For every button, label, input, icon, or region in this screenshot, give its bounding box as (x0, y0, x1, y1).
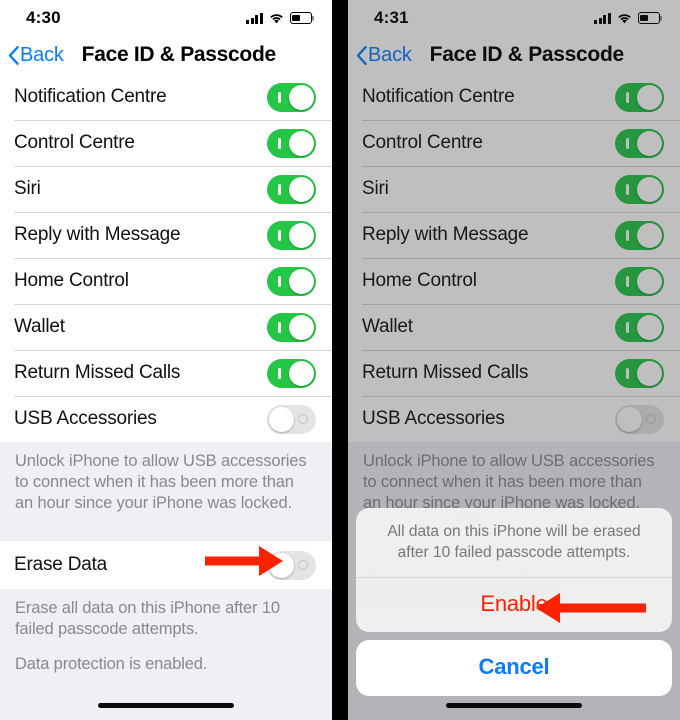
table-row[interactable]: Control Centre (0, 120, 332, 166)
home-indicator (98, 703, 234, 708)
table-row[interactable]: Wallet (0, 304, 332, 350)
row-label: Home Control (362, 270, 477, 291)
usb-accessories-note-text: Unlock iPhone to allow USB accessories t… (15, 452, 307, 512)
toggle-notification-centre[interactable] (615, 82, 664, 112)
home-indicator (446, 703, 582, 708)
status-bar-clock: 4:31 (374, 8, 409, 27)
table-row[interactable]: USB Accessories (348, 396, 680, 442)
chevron-left-icon (356, 45, 367, 65)
toggle-home-control[interactable] (267, 266, 316, 296)
signal-bars-icon (246, 12, 263, 24)
table-row[interactable]: Siri (0, 166, 332, 212)
settings-list: Notification Centre Control Centre Siri … (0, 74, 332, 442)
status-bar-icons (246, 12, 314, 24)
toggle-return-missed-calls[interactable] (267, 358, 316, 388)
toggle-return-missed-calls[interactable] (615, 358, 664, 388)
table-row[interactable]: USB Accessories (0, 396, 332, 442)
toggle-usb-accessories[interactable] (615, 404, 664, 434)
right-phone-screen: 4:31 Back Face ID & Passcode Notificatio… (348, 0, 680, 720)
table-row[interactable]: Home Control (0, 258, 332, 304)
table-row[interactable]: Notification Centre (348, 74, 680, 120)
action-sheet-message: All data on this iPhone will be erased a… (387, 523, 641, 561)
row-label: Wallet (14, 316, 65, 337)
usb-accessories-note: Unlock iPhone to allow USB accessories t… (0, 442, 332, 525)
toggle-notification-centre[interactable] (267, 82, 316, 112)
row-label: Return Missed Calls (14, 362, 181, 383)
back-button[interactable]: Back (356, 44, 412, 67)
screenshot-stage: 4:30 Back Face ID & Passcode Notificatio… (0, 0, 680, 720)
battery-icon (290, 12, 314, 24)
table-row[interactable]: Return Missed Calls (348, 350, 680, 396)
row-label: Notification Centre (362, 86, 515, 107)
row-label: Control Centre (362, 132, 483, 153)
page-title: Face ID & Passcode (429, 43, 625, 66)
toggle-siri[interactable] (267, 174, 316, 204)
row-label: USB Accessories (362, 408, 505, 429)
row-label: Control Centre (14, 132, 135, 153)
toggle-wallet[interactable] (615, 312, 664, 342)
table-row[interactable]: Home Control (348, 258, 680, 304)
action-sheet-card: All data on this iPhone will be erased a… (356, 508, 672, 632)
erase-data-note-line-2: Data protection is enabled. (15, 655, 208, 673)
table-row[interactable]: Control Centre (348, 120, 680, 166)
table-row[interactable]: Notification Centre (0, 74, 332, 120)
section-gap (0, 525, 332, 541)
toggle-home-control[interactable] (615, 266, 664, 296)
row-label: Home Control (14, 270, 129, 291)
status-bar: 4:31 (348, 0, 680, 36)
toggle-usb-accessories[interactable] (267, 404, 316, 434)
navigation-bar: Back Face ID & Passcode (348, 36, 680, 74)
status-bar-icons (594, 12, 662, 24)
row-label: Wallet (362, 316, 413, 337)
wifi-icon (269, 13, 284, 24)
toggle-control-centre[interactable] (615, 128, 664, 158)
toggle-siri[interactable] (615, 174, 664, 204)
table-row[interactable]: Erase Data (0, 541, 332, 589)
table-row[interactable]: Siri (348, 166, 680, 212)
row-label: Return Missed Calls (362, 362, 529, 383)
table-row[interactable]: Return Missed Calls (0, 350, 332, 396)
settings-list: Notification Centre Control Centre Siri … (348, 74, 680, 442)
right-phone-screenshot: 4:31 Back Face ID & Passcode Notificatio… (348, 0, 680, 720)
battery-icon (638, 12, 662, 24)
toggle-erase-data[interactable] (267, 550, 316, 580)
status-bar: 4:30 (0, 0, 332, 36)
erase-data-note: Erase all data on this iPhone after 10 f… (0, 589, 332, 686)
phone-bezel-gap (332, 0, 348, 720)
back-button-label: Back (20, 43, 64, 66)
table-row[interactable]: Reply with Message (0, 212, 332, 258)
toggle-wallet[interactable] (267, 312, 316, 342)
row-label: Siri (362, 178, 389, 199)
status-bar-clock: 4:30 (26, 8, 61, 27)
back-button-label: Back (368, 43, 412, 66)
usb-accessories-note-text: Unlock iPhone to allow USB accessories t… (363, 452, 655, 512)
left-phone-screenshot: 4:30 Back Face ID & Passcode Notificatio… (0, 0, 332, 720)
erase-data-note-line-1: Erase all data on this iPhone after 10 f… (15, 599, 280, 638)
row-label: Reply with Message (14, 224, 181, 245)
chevron-left-icon (8, 45, 19, 65)
toggle-control-centre[interactable] (267, 128, 316, 158)
action-sheet: All data on this iPhone will be erased a… (348, 508, 680, 720)
row-label: Siri (14, 178, 41, 199)
enable-button[interactable]: Enable (356, 578, 672, 632)
row-label: Notification Centre (14, 86, 167, 107)
cancel-button[interactable]: Cancel (356, 640, 672, 696)
wifi-icon (617, 13, 632, 24)
row-label: USB Accessories (14, 408, 157, 429)
signal-bars-icon (594, 12, 611, 24)
row-label: Erase Data (14, 554, 108, 575)
page-title: Face ID & Passcode (81, 43, 277, 66)
left-phone-screen: 4:30 Back Face ID & Passcode Notificatio… (0, 0, 332, 720)
erase-data-section: Erase Data (0, 541, 332, 589)
navigation-bar: Back Face ID & Passcode (0, 36, 332, 74)
toggle-reply-with-message[interactable] (615, 220, 664, 250)
table-row[interactable]: Reply with Message (348, 212, 680, 258)
toggle-reply-with-message[interactable] (267, 220, 316, 250)
table-row[interactable]: Wallet (348, 304, 680, 350)
row-label: Reply with Message (362, 224, 529, 245)
back-button[interactable]: Back (8, 44, 64, 67)
